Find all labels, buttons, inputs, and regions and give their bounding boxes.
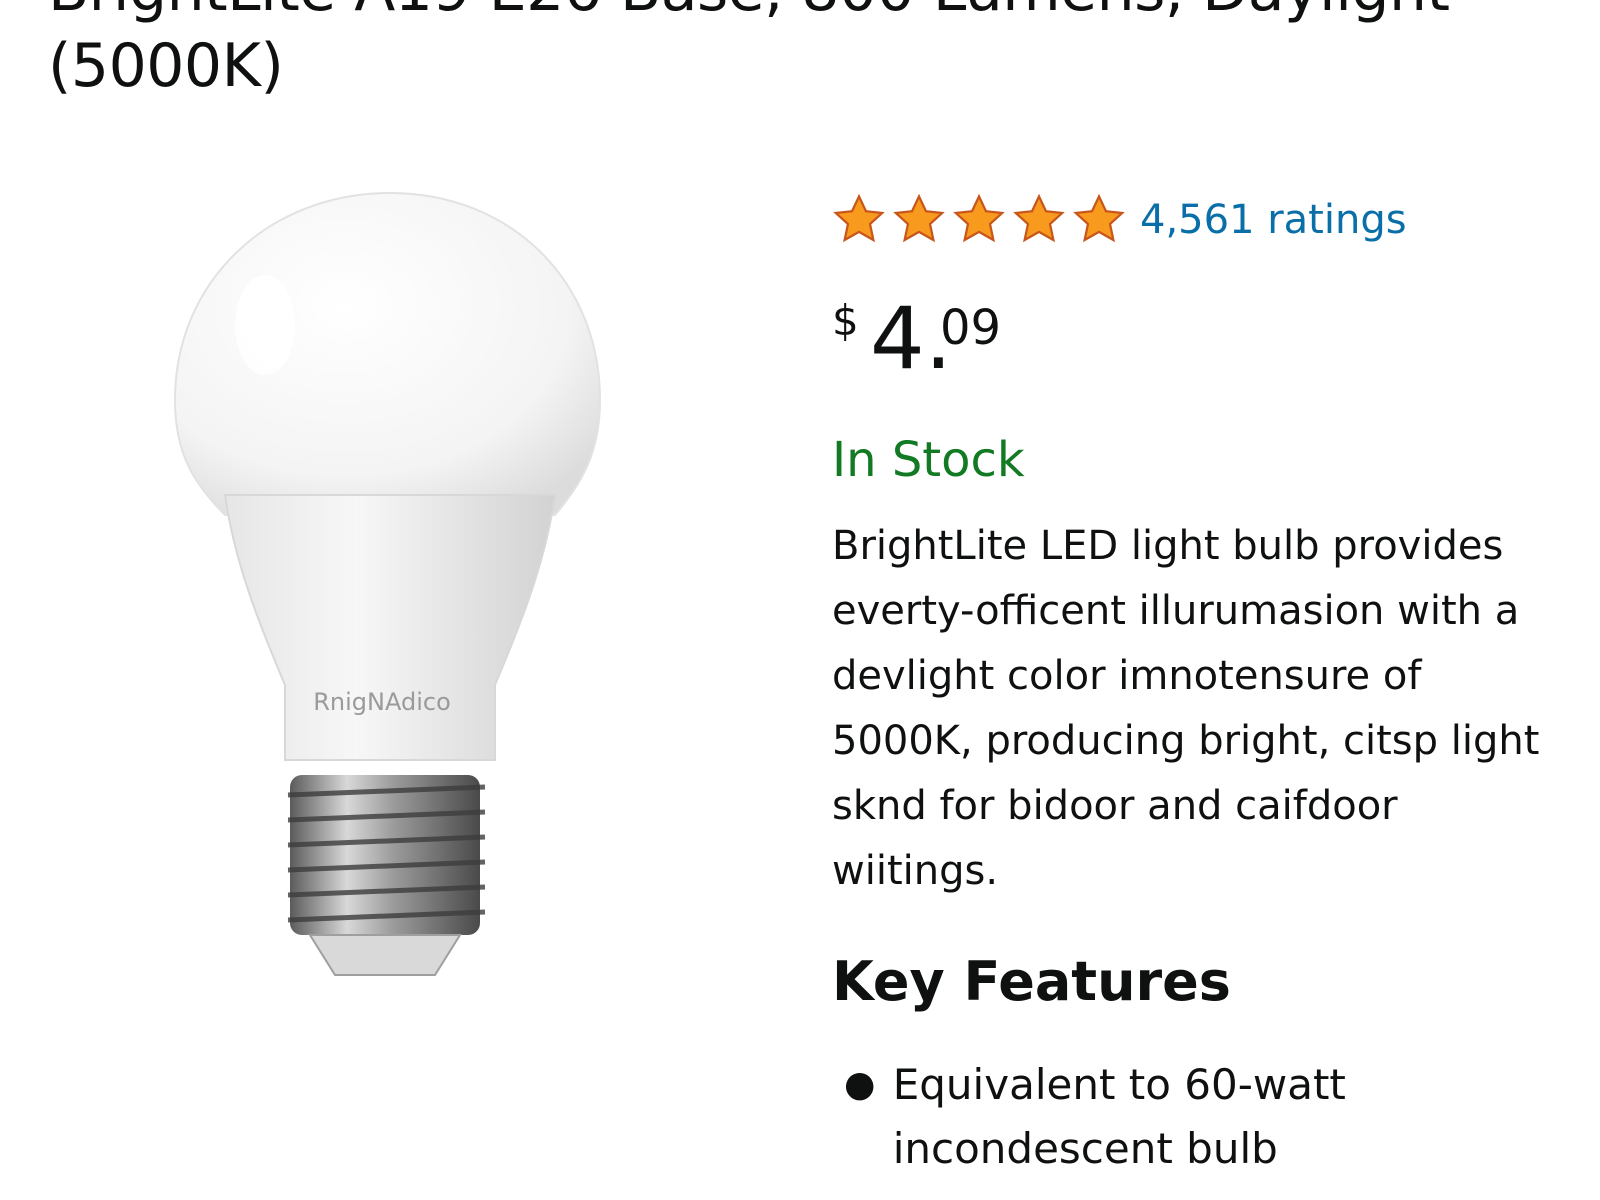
product-info-panel: 4,561 ratings $ 4. 09 In Stock BrightLit… bbox=[832, 190, 1562, 1181]
product-title: BrightLite A19 E26 Base, 800 Lumens, Day… bbox=[48, 0, 1450, 101]
bullet-icon: ● bbox=[844, 1064, 876, 1105]
price: $ 4. 09 bbox=[832, 294, 1562, 384]
product-page: BrightLite A19 E26 Base, 800 Lumens, Day… bbox=[0, 0, 1600, 1200]
star-icon bbox=[953, 193, 1005, 243]
star-icon bbox=[1073, 193, 1125, 243]
product-image-label: RnigNAdico bbox=[313, 688, 451, 716]
ratings-count-link[interactable]: 4,561 ratings bbox=[1140, 197, 1407, 243]
product-description: BrightLite LED light bulb provides evert… bbox=[832, 523, 1540, 894]
rating-row: 4,561 ratings bbox=[832, 190, 1562, 250]
product-image: RnigNAdico bbox=[173, 191, 602, 976]
price-currency: $ bbox=[832, 296, 859, 345]
star-icon bbox=[893, 193, 945, 243]
price-fraction: 09 bbox=[940, 300, 1002, 356]
feature-text: Equivalent to 60-watt incondescent bulb bbox=[892, 1060, 1346, 1173]
star-icon bbox=[1013, 193, 1065, 243]
star-rating[interactable] bbox=[832, 193, 1126, 247]
feature-item: ● Equivalent to 60-watt incondescent bul… bbox=[832, 1053, 1562, 1181]
key-features-heading: Key Features bbox=[832, 950, 1231, 1013]
availability-status: In Stock bbox=[832, 432, 1025, 488]
star-icon bbox=[833, 193, 885, 243]
key-features-list: ● Equivalent to 60-watt incondescent bul… bbox=[832, 1053, 1562, 1181]
